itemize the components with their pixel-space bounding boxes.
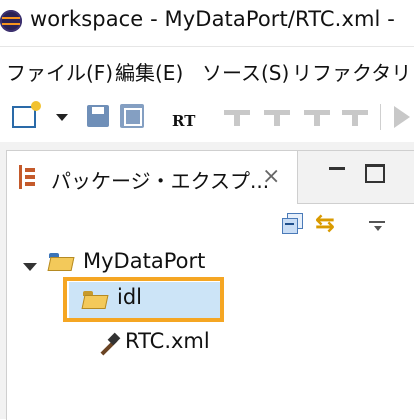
- run-icon: [394, 106, 410, 128]
- package-explorer-view: パッケージ・エクスプ... ⨯ ⇆ MyDataPort idl RTC.xml: [6, 150, 414, 420]
- maximize-icon[interactable]: [365, 164, 385, 183]
- tab-strip: [297, 151, 414, 204]
- package-explorer-panel: パッケージ・エクスプ... ⨯ ⇆ MyDataPort idl RTC.xml: [0, 142, 414, 420]
- rtc-xml-file-icon: [97, 335, 121, 359]
- title-bar: workspace - MyDataPort/RTC.xml -: [0, 0, 414, 47]
- menu-bar: ファイル(F) 編集(E) ソース(S) リファクタリン: [0, 47, 414, 91]
- menu-source[interactable]: ソース(S): [202, 57, 289, 86]
- tree-item-rtc-xml[interactable]: RTC.xml: [125, 329, 210, 353]
- new-dropdown-icon[interactable]: [56, 114, 68, 121]
- minimize-icon[interactable]: [329, 167, 345, 170]
- main-toolbar: RT: [0, 92, 414, 143]
- close-icon[interactable]: ⨯: [262, 164, 280, 189]
- disabled-tool-icon-4: [340, 108, 370, 126]
- window-title: workspace - MyDataPort/RTC.xml -: [30, 7, 395, 31]
- collapse-all-minus: [285, 223, 294, 225]
- save-all-icon[interactable]: [120, 104, 144, 128]
- rt-builder-icon[interactable]: RT: [172, 102, 202, 132]
- rt-builder-label: RT: [172, 112, 196, 130]
- view-menu-icon[interactable]: [369, 221, 385, 231]
- eclipse-app-icon: [0, 10, 22, 32]
- package-explorer-icon: [19, 165, 41, 189]
- save-icon[interactable]: [87, 105, 109, 127]
- expand-chevron-icon[interactable]: [23, 263, 37, 271]
- highlight-callout-box: [63, 277, 224, 322]
- disabled-tool-icon-1: [222, 108, 252, 126]
- tab-label: パッケージ・エクスプ...: [51, 169, 270, 193]
- disabled-tool-icon-2: [262, 108, 292, 126]
- project-folder-icon: [49, 253, 73, 271]
- link-with-editor-icon[interactable]: ⇆: [315, 209, 341, 237]
- menu-edit[interactable]: 編集(E): [115, 57, 183, 86]
- disabled-tool-icon-3: [302, 108, 332, 126]
- tree-item-project[interactable]: MyDataPort: [83, 249, 205, 273]
- menu-refactor[interactable]: リファクタリン: [292, 57, 414, 86]
- toolbar-separator: [380, 104, 381, 130]
- new-wizard-icon[interactable]: [12, 101, 41, 128]
- menu-file[interactable]: ファイル(F): [6, 57, 113, 86]
- tab-package-explorer[interactable]: パッケージ・エクスプ... ⨯: [7, 151, 298, 203]
